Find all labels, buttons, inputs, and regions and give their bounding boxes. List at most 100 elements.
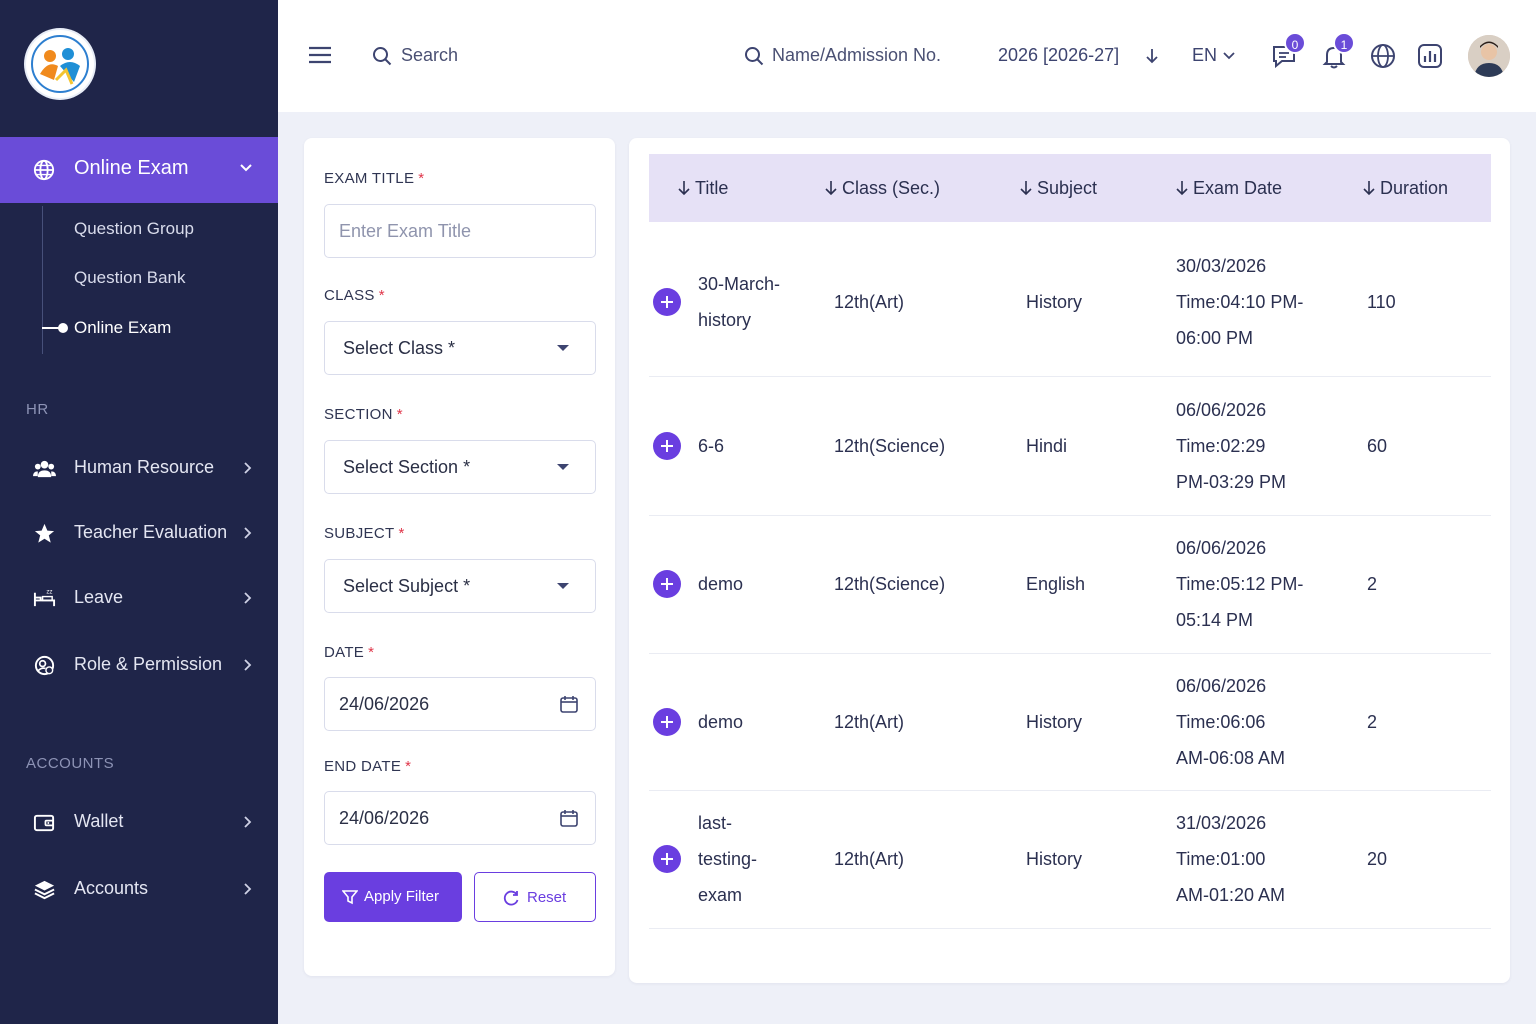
subject-select-value: Select Subject * [343,576,471,596]
exam-table-card: Title Class (Sec.) Subject Exam Date Dur… [629,138,1510,983]
class-label: CLASS * [324,287,385,304]
chevron-right-icon [244,462,252,474]
calendar-icon[interactable] [559,808,579,828]
sidebar-item-role-permission[interactable]: Role & Permission [0,645,278,685]
session-selector[interactable]: 2026 [2026-27] [998,45,1119,66]
class-cell: 12th(Science) [834,574,946,594]
class-select[interactable]: Select Class * [324,321,596,375]
globe-icon[interactable] [1369,42,1397,70]
chevron-down-icon[interactable] [1222,50,1236,62]
column-header-duration[interactable]: Duration [1362,178,1448,199]
sidebar-item-label: Accounts [74,878,149,898]
sidebar-item-accounts[interactable]: Accounts [0,869,278,909]
exam-title-input[interactable]: Enter Exam Title [324,204,596,258]
sidebar-item-teacher-evaluation[interactable]: Teacher Evaluation [0,513,278,553]
table-row: 6-6 12th(Science) Hindi 06/06/2026 Time:0… [649,377,1491,516]
section-label: SECTION * [324,406,403,423]
expand-row-icon[interactable] [653,845,681,873]
reset-button[interactable]: Reset [474,872,596,922]
bed-icon: zz [33,590,56,607]
user-shield-icon [34,655,55,676]
calendar-icon[interactable] [559,694,579,714]
column-header-class[interactable]: Class (Sec.) [824,178,940,199]
expand-row-icon[interactable] [653,570,681,598]
table-row: last-testing-exam 12th(Art) History 31/0… [649,791,1491,929]
active-indicator [42,323,68,333]
exam-date-cell: 31/03/2026 Time:01:00 AM-01:20 AM [1176,813,1286,905]
language-selector[interactable]: EN [1192,45,1217,66]
global-search[interactable]: Search [401,45,458,66]
exam-title-cell: demo [698,712,744,732]
hamburger-menu-icon[interactable] [308,45,332,65]
svg-text:zz: zz [46,590,52,596]
sort-arrow-icon [1363,181,1375,196]
duration-cell: 110 [1367,292,1396,312]
column-header-title[interactable]: Title [677,178,728,199]
date-input[interactable]: 24/06/2026 [324,677,596,731]
class-cell: 12th(Art) [834,712,905,732]
sidebar-subitem-question-bank[interactable]: Question Bank [74,268,186,288]
subject-cell: History [1026,849,1083,869]
subject-cell: History [1026,292,1083,312]
user-avatar[interactable] [1468,35,1510,77]
table-header: Title Class (Sec.) Subject Exam Date Dur… [649,154,1491,222]
chevron-right-icon [244,527,252,539]
class-select-value: Select Class * [343,338,456,358]
expand-row-icon[interactable] [653,432,681,460]
submenu-guide-line [42,206,43,354]
section-heading-hr: HR [26,401,49,418]
table-row: demo 12th(Science) English 06/06/2026 Tim… [649,516,1491,654]
duration-cell: 20 [1367,849,1388,869]
notifications-badge: 1 [1333,32,1355,54]
dropdown-caret-icon [557,583,569,589]
table-row: demo 12th(Art) History 06/06/2026 Time:06… [649,654,1491,791]
sidebar-subitem-question-group[interactable]: Question Group [74,219,194,239]
chevron-right-icon [244,592,252,604]
wallet-icon [33,814,55,832]
arrow-down-icon[interactable] [1144,47,1160,65]
chart-icon[interactable] [1416,42,1444,70]
column-header-exam-date[interactable]: Exam Date [1175,178,1282,199]
subject-cell: English [1026,574,1086,594]
end-date-value: 24/06/2026 [339,808,430,828]
apply-filter-button[interactable]: Apply Filter [324,872,462,922]
class-cell: 12th(Art) [834,292,905,312]
exam-date-cell: 30/03/2026 Time:04:10 PM- 06:00 PM [1176,256,1304,348]
section-heading-accounts: ACCOUNTS [26,755,115,772]
dropdown-caret-icon [557,345,569,351]
exam-title-placeholder: Enter Exam Title [339,221,472,241]
sidebar-item-online-exam[interactable]: Online Exam [0,137,278,203]
sidebar-item-label: Online Exam [74,157,189,179]
duration-cell: 60 [1367,436,1388,456]
sidebar-item-leave[interactable]: zz Leave [0,578,278,618]
sidebar-subitem-online-exam[interactable]: Online Exam [74,318,171,338]
dropdown-caret-icon [557,464,569,470]
date-value: 24/06/2026 [339,694,430,714]
search-icon[interactable] [372,46,392,66]
end-date-input[interactable]: 24/06/2026 [324,791,596,845]
class-cell: 12th(Science) [834,436,946,456]
subject-cell: Hindi [1026,436,1068,456]
section-select[interactable]: Select Section * [324,440,596,494]
expand-row-icon[interactable] [653,708,681,736]
sidebar-item-wallet[interactable]: Wallet [0,802,278,842]
exam-title-label: EXAM TITLE * [324,170,425,187]
sort-arrow-icon [678,181,690,196]
subject-select[interactable]: Select Subject * [324,559,596,613]
exam-date-cell: 06/06/2026 Time:06:06 AM-06:08 AM [1176,676,1286,768]
exam-title-cell: 30-March-history [698,274,781,330]
sort-arrow-icon [1020,181,1032,196]
exam-title-cell: 6-6 [698,436,725,456]
student-search[interactable]: Name/Admission No. [772,45,941,66]
sidebar-item-label: Wallet [74,811,124,831]
search-icon[interactable] [744,46,764,66]
users-icon [33,460,56,478]
column-header-subject[interactable]: Subject [1019,178,1097,199]
sidebar-item-human-resource[interactable]: Human Resource [0,448,278,488]
expand-row-icon[interactable] [653,288,681,316]
refresh-icon [503,890,519,906]
exam-date-cell: 06/06/2026 Time:05:12 PM- 05:14 PM [1176,538,1304,630]
school-logo[interactable] [26,30,94,98]
sidebar-item-label: Human Resource [74,457,215,477]
chevron-right-icon [244,816,252,828]
